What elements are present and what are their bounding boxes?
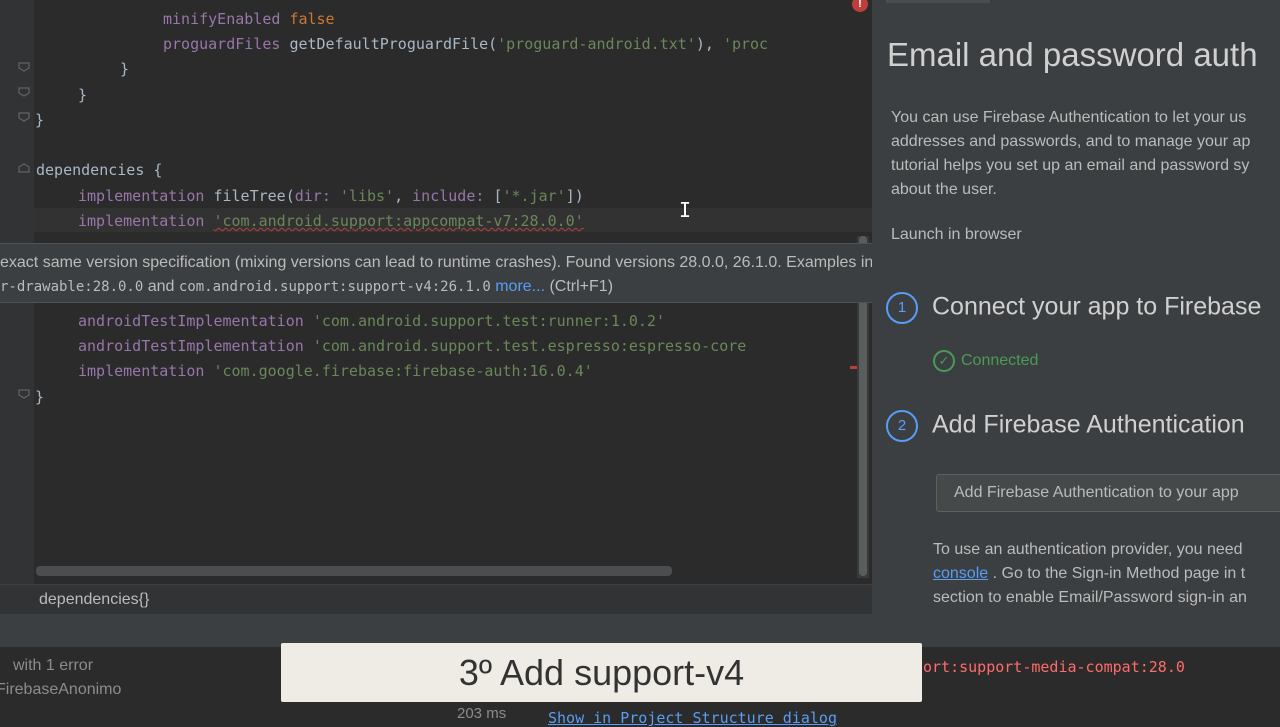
description-line: addresses and passwords, and to manage y… xyxy=(891,133,1251,150)
project-structure-link[interactable]: Show in Project Structure dialog xyxy=(548,709,837,727)
panel-tab-strip xyxy=(886,0,990,3)
code-line-brace: } xyxy=(120,60,130,78)
description-line: about the user. xyxy=(891,181,997,198)
tooltip-and-text: and xyxy=(143,278,179,295)
build-time: 203 ms xyxy=(457,705,507,722)
text-cursor-icon: I xyxy=(679,198,692,222)
build-error-text: ort:support-media-compat:28.0 xyxy=(923,658,1185,676)
provider-line: section to enable Email/Password sign-in… xyxy=(933,589,1247,606)
code-line-appcompat: implementation 'com.android.support:appc… xyxy=(78,212,584,230)
fold-icon[interactable] xyxy=(18,62,30,72)
step-add-auth: 2 Add Firebase Authentication xyxy=(886,410,1245,442)
breadcrumb: dependencies{} xyxy=(0,584,872,615)
code-line-minify: minifyEnabled false xyxy=(163,10,335,28)
provider-text: . Go to the Sign-in Method page in t xyxy=(988,565,1246,582)
code-line-firebase-auth: implementation 'com.google.firebase:fire… xyxy=(78,362,593,380)
step-title: Add Firebase Authentication xyxy=(932,410,1245,439)
provider-instructions: To use an authentication provider, you n… xyxy=(933,538,1247,610)
build-project[interactable]: FirebaseAnonimo xyxy=(0,681,121,699)
code-line-brace: } xyxy=(35,111,45,129)
description-line: tutorial helps you set up an email and p… xyxy=(891,157,1250,174)
tooltip-shortcut: (Ctrl+F1) xyxy=(545,278,614,295)
code-line-proguard: proguardFiles getDefaultProguardFile('pr… xyxy=(163,35,769,53)
check-icon: ✓ xyxy=(933,350,955,372)
step-title: Connect your app to Firebase xyxy=(932,292,1262,321)
launch-in-browser-link[interactable]: Launch in browser xyxy=(891,226,1022,244)
tooltip-code-fragment: com.android.support:support-v4:26.1.0 xyxy=(178,279,491,295)
code-line-filetree: implementation fileTree(dir: 'libs', inc… xyxy=(78,187,584,205)
connected-label: Connected xyxy=(961,352,1039,370)
fold-icon[interactable] xyxy=(18,389,30,399)
horizontal-scrollbar[interactable] xyxy=(36,566,672,576)
video-caption: 3º Add support-v4 xyxy=(281,643,922,702)
tooltip-line-2: r-drawable:28.0.0 and com.android.suppor… xyxy=(0,278,613,296)
description-line: You can use Firebase Authentication to l… xyxy=(891,109,1247,126)
provider-line: console . Go to the Sign-in Method page … xyxy=(933,562,1247,586)
firebase-assistant-panel: Email and password auth You can use Fire… xyxy=(872,0,1280,614)
tooltip-line-1: exact same version specification (mixing… xyxy=(0,254,912,271)
code-line-runner: androidTestImplementation 'com.android.s… xyxy=(78,312,666,330)
fold-icon[interactable] xyxy=(18,112,30,122)
code-line-espresso: androidTestImplementation 'com.android.s… xyxy=(78,337,747,355)
breadcrumb-item[interactable]: dependencies{} xyxy=(39,591,149,609)
code-line-brace: } xyxy=(78,86,88,104)
step-number-icon: 2 xyxy=(886,410,918,442)
assistant-description: You can use Firebase Authentication to l… xyxy=(891,106,1280,202)
code-line-closing: } xyxy=(35,388,45,406)
fold-icon[interactable] xyxy=(18,87,30,97)
fold-icon[interactable] xyxy=(18,163,30,173)
assistant-title: Email and password auth xyxy=(887,36,1258,73)
code-line-dependencies: dependencies { xyxy=(36,161,163,179)
error-indicator-icon[interactable]: ! xyxy=(852,0,868,12)
tooltip-more-link[interactable]: more... xyxy=(495,278,545,295)
build-status[interactable]: with 1 error xyxy=(13,657,93,675)
add-firebase-auth-button[interactable]: Add Firebase Authentication to your app xyxy=(936,474,1280,512)
step-connect: 1 Connect your app to Firebase xyxy=(886,292,1261,324)
console-link[interactable]: console xyxy=(933,565,988,582)
step-number-icon: 1 xyxy=(886,292,918,324)
provider-line: To use an authentication provider, you n… xyxy=(933,541,1243,558)
tooltip-code-fragment: r-drawable:28.0.0 xyxy=(0,279,144,295)
connected-status: ✓ Connected xyxy=(933,350,1038,372)
